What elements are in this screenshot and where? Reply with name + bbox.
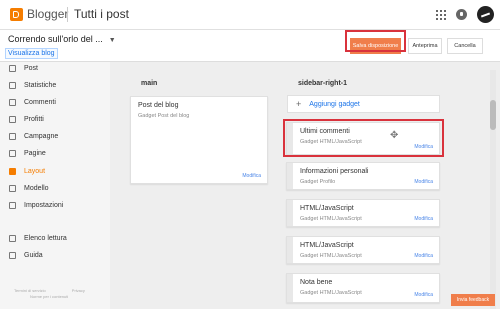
edit-link[interactable]: Modifica (242, 173, 261, 179)
widget-subtitle: Gadget HTML/JavaScript (300, 253, 362, 259)
avatar[interactable] (477, 6, 494, 23)
reading-list-icon (9, 234, 16, 242)
sidebar-item-profitti[interactable]: Profitti (0, 113, 110, 125)
earnings-icon (9, 115, 16, 123)
notifications-icon[interactable] (456, 9, 467, 20)
page-title: Tutti i post (74, 7, 129, 21)
widget-html-javascript-2[interactable]: HTML/JavaScript Gadget HTML/JavaScript M… (286, 236, 440, 264)
widget-html-javascript-1[interactable]: HTML/JavaScript Gadget HTML/JavaScript M… (286, 199, 440, 227)
layout-icon (9, 167, 16, 175)
edit-link[interactable]: Modifica (414, 253, 433, 259)
content-policy-link[interactable]: Norme per i contenuti (30, 294, 68, 299)
sidebar-item-pagine[interactable]: Pagine (0, 147, 110, 159)
sidebar-item-statistiche[interactable]: Statistiche (0, 79, 110, 91)
drag-handle[interactable] (287, 274, 293, 302)
blogger-logo-icon[interactable] (10, 8, 23, 21)
sidebar-item-elenco-lettura[interactable]: Elenco lettura (0, 232, 110, 244)
scrollbar-thumb[interactable] (490, 100, 496, 130)
sidebar-item-guida[interactable]: Guida (0, 249, 110, 261)
sidebar-item-layout[interactable]: Layout (0, 165, 110, 177)
send-feedback-button[interactable]: Invia feedback (451, 294, 495, 306)
save-button-highlight (345, 30, 406, 52)
comments-icon (9, 98, 16, 106)
blog-toolbar: Correndo sull'orlo del ... ▼ Visualizza b… (0, 30, 500, 62)
theme-icon (9, 184, 16, 192)
apps-grid-icon[interactable] (436, 9, 446, 20)
preview-button[interactable]: Anteprima (408, 38, 442, 54)
sidebar-item-post[interactable]: Post (0, 62, 110, 74)
pages-icon (9, 149, 16, 157)
move-cursor-icon: ✥ (390, 130, 399, 141)
cancel-button[interactable]: Cancella (447, 38, 483, 54)
sidebar-footer: Termini di servizio Privacy Norme per i c… (14, 288, 85, 300)
widget-title: Informazioni personali (300, 168, 369, 175)
drag-handle[interactable] (287, 237, 293, 263)
help-icon (9, 251, 16, 259)
widget-subtitle: Gadget HTML/JavaScript (300, 216, 362, 222)
plus-icon: + (296, 99, 302, 109)
widget-highlight (283, 119, 444, 157)
widget-title: Nota bene (300, 279, 333, 286)
drag-handle[interactable] (287, 163, 293, 189)
chevron-down-icon: ▼ (108, 37, 116, 44)
widget-title: Post del blog (138, 102, 179, 109)
post-icon (9, 64, 16, 72)
privacy-link[interactable]: Privacy (72, 288, 85, 294)
top-bar: Blogger Tutti i post (0, 0, 500, 30)
widget-post-del-blog[interactable]: Post del blog Gadget Post del blog Modif… (130, 96, 268, 184)
view-blog-link[interactable]: Visualizza blog (5, 48, 58, 59)
edit-link[interactable]: Modifica (414, 179, 433, 185)
brand-name[interactable]: Blogger (27, 7, 68, 21)
sidebar-item-modello[interactable]: Modello (0, 182, 110, 194)
sidebar-item-impostazioni[interactable]: Impostazioni (0, 199, 110, 211)
add-gadget-button[interactable]: + Aggiungi gadget (287, 95, 440, 113)
widget-subtitle: Gadget Profilo (300, 179, 336, 185)
top-icons (436, 6, 494, 23)
widget-subtitle: Gadget HTML/JavaScript (300, 290, 362, 296)
drag-handle[interactable] (287, 200, 293, 226)
widget-title: HTML/JavaScript (300, 242, 354, 249)
stats-icon (9, 81, 16, 89)
widget-nota-bene[interactable]: Nota bene Gadget HTML/JavaScript Modific… (286, 273, 440, 303)
campaigns-icon (9, 132, 16, 140)
sidebar-item-campagne[interactable]: Campagne (0, 130, 110, 142)
edit-link[interactable]: Modifica (414, 292, 433, 298)
sidebar-item-commenti[interactable]: Commenti (0, 96, 110, 108)
edit-link[interactable]: Modifica (414, 216, 433, 222)
main-section-title: main (141, 80, 158, 87)
blog-selector[interactable]: Correndo sull'orlo del ... ▼ (8, 34, 116, 44)
widget-subtitle: Gadget Post del blog (138, 113, 190, 119)
settings-icon (9, 201, 16, 209)
widget-informazioni-personali[interactable]: Informazioni personali Gadget Profilo Mo… (286, 162, 440, 190)
widget-title: HTML/JavaScript (300, 205, 354, 212)
divider (67, 7, 68, 22)
sidebar-right-title: sidebar-right-1 (298, 80, 348, 87)
